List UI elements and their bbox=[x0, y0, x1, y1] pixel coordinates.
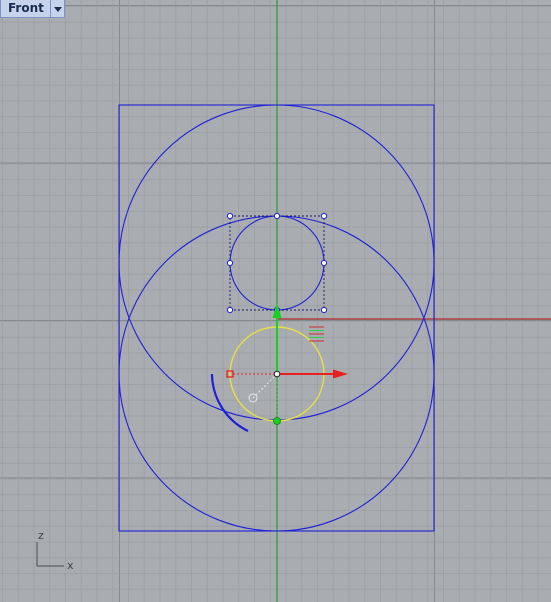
axis-indicator: z x bbox=[36, 529, 74, 572]
front-viewport[interactable]: Front z x bbox=[0, 0, 551, 602]
chevron-down-icon[interactable] bbox=[50, 0, 65, 18]
axis-z-label: z bbox=[38, 529, 44, 542]
gumball-diagonal-dotted bbox=[252, 373, 278, 399]
control-point[interactable] bbox=[226, 212, 234, 220]
gumball-origin-icon[interactable] bbox=[273, 370, 281, 378]
control-point[interactable] bbox=[320, 306, 328, 314]
arc-curve[interactable] bbox=[210, 373, 249, 432]
axis-x-label: x bbox=[67, 559, 74, 572]
gumball-widget[interactable] bbox=[226, 303, 348, 425]
viewport-name[interactable]: Front bbox=[0, 0, 51, 18]
axis-indicator-lines bbox=[36, 542, 64, 567]
control-point[interactable] bbox=[226, 259, 234, 267]
gumball-z-arrow-icon[interactable] bbox=[272, 303, 282, 318]
gumball-z-handle-icon[interactable] bbox=[273, 417, 281, 425]
control-point[interactable] bbox=[320, 259, 328, 267]
control-point[interactable] bbox=[320, 212, 328, 220]
control-point[interactable] bbox=[226, 306, 234, 314]
control-point[interactable] bbox=[273, 212, 281, 220]
model-canvas[interactable]: z x bbox=[0, 0, 551, 602]
gumball-x-arrow-icon[interactable] bbox=[333, 369, 348, 379]
viewport-tab[interactable]: Front bbox=[0, 0, 65, 18]
gumball-menu-icon[interactable] bbox=[309, 326, 324, 342]
